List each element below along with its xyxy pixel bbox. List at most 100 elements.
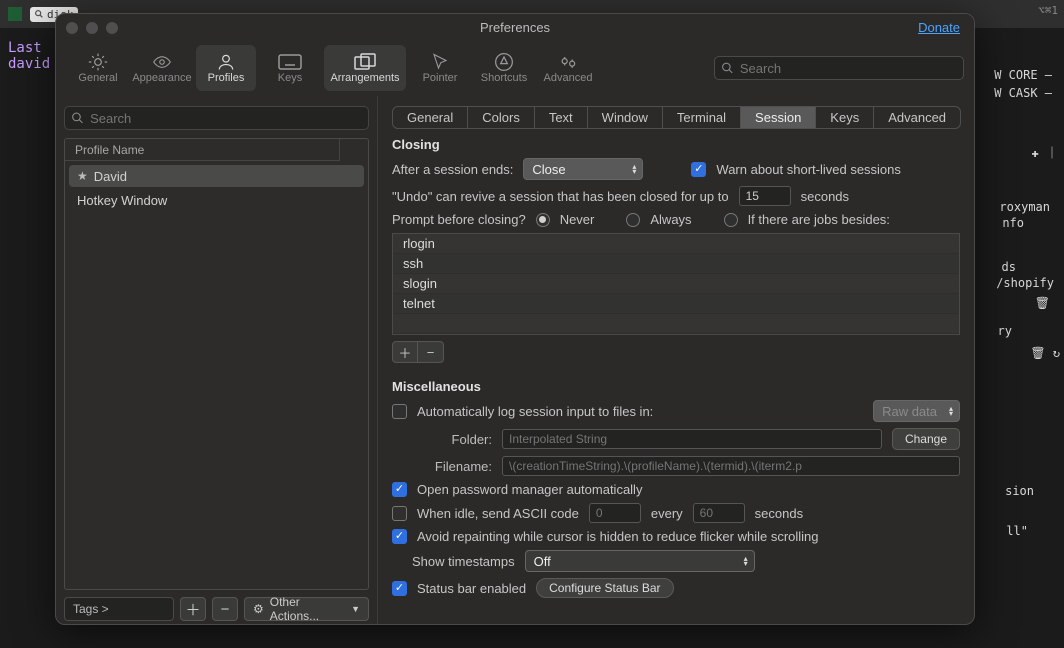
toolbar-profiles[interactable]: Profiles	[196, 45, 256, 91]
toolbar-pointer[interactable]: Pointer	[410, 45, 470, 91]
add-profile-button[interactable]: ＋	[180, 597, 206, 621]
seconds-label: seconds	[801, 189, 849, 204]
autolog-format-select[interactable]: Raw data ▴▾	[873, 400, 960, 422]
after-session-ends-select[interactable]: Close ▴▾	[523, 158, 643, 180]
other-actions-dropdown[interactable]: ⚙ Other Actions... ▼	[244, 597, 369, 621]
autolog-checkbox[interactable]	[392, 404, 407, 419]
terminal-app-icon	[8, 7, 22, 21]
toolbar-advanced[interactable]: Advanced	[538, 45, 598, 91]
toolbar-label: General	[78, 72, 117, 84]
bg-text: roxyman	[999, 200, 1050, 214]
jobs-list[interactable]: rlogin ssh slogin telnet .	[392, 233, 960, 335]
show-timestamps-label: Show timestamps	[412, 554, 515, 569]
tab-terminal[interactable]: Terminal	[663, 107, 741, 128]
other-actions-label: Other Actions...	[270, 595, 345, 623]
job-row[interactable]: rlogin	[393, 234, 959, 254]
prompt-always-radio[interactable]	[626, 213, 640, 227]
idle-ascii-checkbox[interactable]	[392, 506, 407, 521]
trash-refresh-icon: 🗑 ↻	[1030, 346, 1060, 360]
minimize-window-button[interactable]	[86, 22, 98, 34]
change-folder-button[interactable]: Change	[892, 428, 960, 450]
add-icon: ✚ ｜	[1032, 144, 1058, 161]
toolbar-label: Keys	[278, 72, 302, 84]
job-row[interactable]: .	[393, 314, 959, 334]
profile-list: Profile Name ★ David Hotkey Window	[64, 138, 369, 590]
toolbar-shortcuts[interactable]: Shortcuts	[474, 45, 534, 91]
bg-menu-shortcut: ⌥⌘1	[1038, 4, 1058, 17]
toolbar-appearance[interactable]: Appearance	[132, 45, 192, 91]
status-bar-enabled-label: Status bar enabled	[417, 581, 526, 596]
job-row[interactable]: slogin	[393, 274, 959, 294]
tab-colors[interactable]: Colors	[468, 107, 535, 128]
profile-search[interactable]	[64, 106, 369, 130]
window-title: Preferences	[56, 20, 974, 35]
select-value: Raw data	[882, 404, 937, 419]
chevron-down-icon: ▼	[351, 604, 360, 614]
closing-section-title: Closing	[392, 137, 960, 152]
add-job-button[interactable]: ＋	[392, 341, 418, 363]
idle-seconds-input	[693, 503, 745, 523]
avoid-repainting-checkbox[interactable]	[392, 529, 407, 544]
filename-label: Filename:	[412, 459, 492, 474]
bg-text: W CORE —	[994, 68, 1052, 82]
toolbar-search[interactable]	[714, 56, 964, 80]
prompt-never-label: Never	[560, 212, 595, 227]
tab-text[interactable]: Text	[535, 107, 588, 128]
toolbar-label: Profiles	[208, 72, 245, 84]
autolog-label: Automatically log session input to files…	[417, 404, 653, 419]
remove-job-button[interactable]: −	[418, 341, 444, 363]
bg-text: nfo	[1002, 216, 1024, 230]
toolbar-label: Pointer	[423, 72, 458, 84]
prompt-always-label: Always	[650, 212, 691, 227]
tab-keys[interactable]: Keys	[816, 107, 874, 128]
tab-general[interactable]: General	[393, 107, 468, 128]
tags-dropdown[interactable]: Tags >	[64, 597, 174, 621]
star-icon: ★	[77, 169, 88, 183]
open-password-manager-label: Open password manager automatically	[417, 482, 642, 497]
toolbar-arrangements[interactable]: Arrangements	[324, 45, 406, 91]
undo-seconds-input[interactable]	[739, 186, 791, 206]
profiles-sidebar: Profile Name ★ David Hotkey Window Tags …	[56, 96, 378, 624]
tab-session[interactable]: Session	[741, 107, 816, 128]
bg-text: /shopify	[996, 276, 1054, 290]
profile-list-header[interactable]: Profile Name	[65, 139, 340, 161]
updown-icon: ▴▾	[744, 556, 748, 566]
seconds-label: seconds	[755, 506, 803, 521]
close-window-button[interactable]	[66, 22, 78, 34]
toolbar-label: Appearance	[132, 72, 191, 84]
bg-text: ry	[998, 324, 1012, 338]
remove-profile-button[interactable]: −	[212, 597, 238, 621]
configure-status-bar-button[interactable]: Configure Status Bar	[536, 578, 673, 598]
prompt-never-radio[interactable]	[536, 213, 550, 227]
folder-input	[502, 429, 882, 449]
every-label: every	[651, 506, 683, 521]
status-bar-enabled-checkbox[interactable]	[392, 581, 407, 596]
prompt-jobs-label: If there are jobs besides:	[748, 212, 890, 227]
profile-row[interactable]: Hotkey Window	[69, 189, 364, 211]
zoom-window-button[interactable]	[106, 22, 118, 34]
gear-icon: ⚙	[253, 602, 264, 616]
tab-window[interactable]: Window	[588, 107, 663, 128]
toolbar-general[interactable]: General	[68, 45, 128, 91]
job-row[interactable]: telnet	[393, 294, 959, 314]
profile-row[interactable]: ★ David	[69, 165, 364, 187]
profile-settings-pane: General Colors Text Window Terminal Sess…	[378, 96, 974, 624]
warn-short-lived-checkbox[interactable]	[691, 162, 706, 177]
bg-text: ll"	[1006, 524, 1028, 538]
filename-input	[502, 456, 960, 476]
show-timestamps-select[interactable]: Off ▴▾	[525, 550, 755, 572]
toolbar-search-input[interactable]	[740, 61, 957, 76]
trash-icon: 🗑	[1035, 296, 1050, 310]
idle-ascii-label: When idle, send ASCII code	[417, 506, 579, 521]
bg-text: ds	[1002, 260, 1016, 274]
profile-tabs: General Colors Text Window Terminal Sess…	[392, 106, 961, 129]
profile-name: David	[94, 169, 127, 184]
donate-link[interactable]: Donate	[918, 20, 960, 35]
open-password-manager-checkbox[interactable]	[392, 482, 407, 497]
tab-advanced[interactable]: Advanced	[874, 107, 960, 128]
profile-search-input[interactable]	[90, 111, 362, 126]
job-row[interactable]: ssh	[393, 254, 959, 274]
toolbar-label: Shortcuts	[481, 72, 527, 84]
toolbar-keys[interactable]: Keys	[260, 45, 320, 91]
prompt-jobs-radio[interactable]	[724, 213, 738, 227]
